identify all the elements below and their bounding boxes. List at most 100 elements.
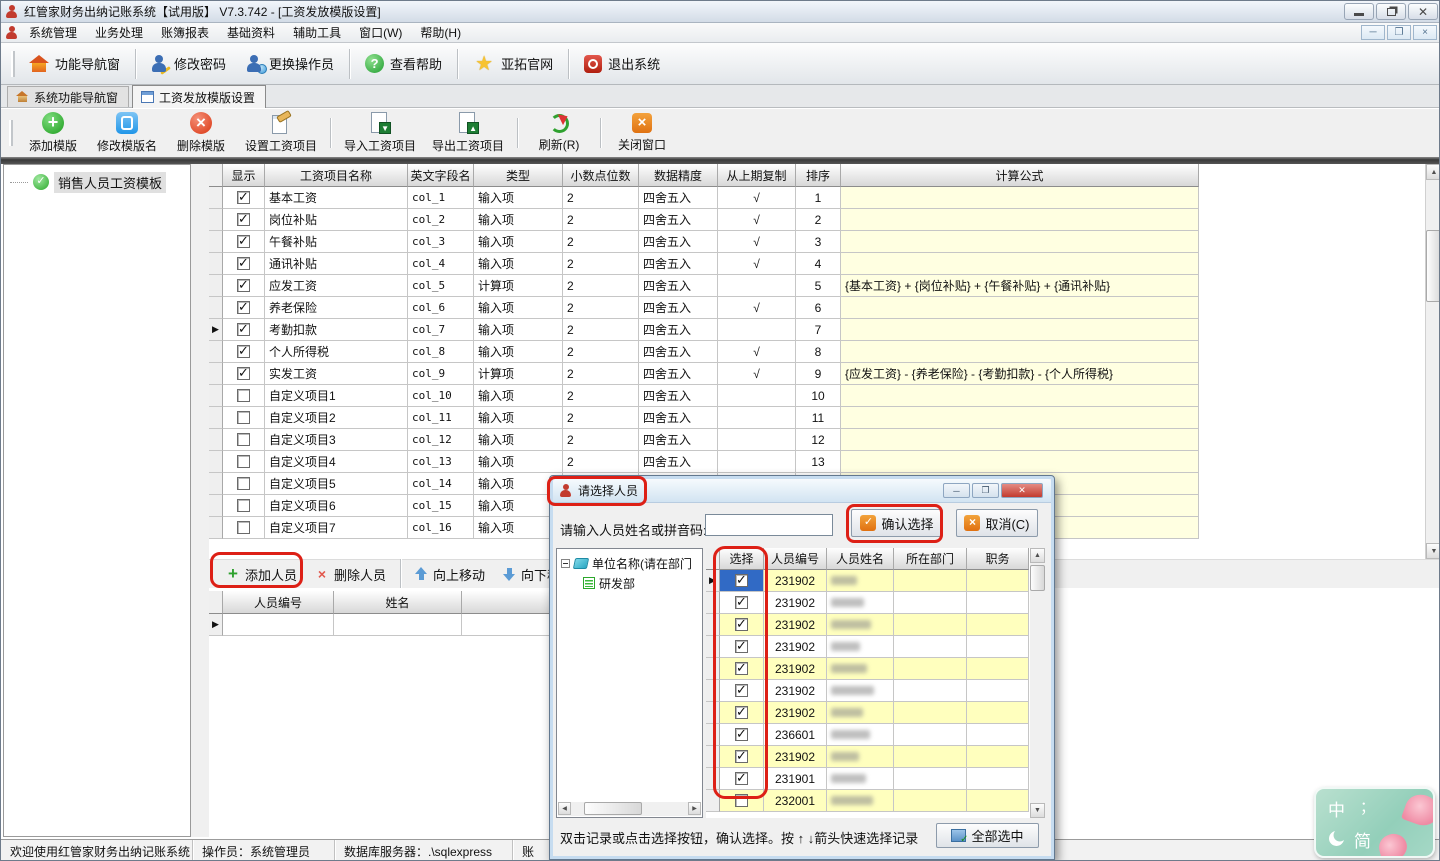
salary-row[interactable]: 通讯补贴col_4输入项2四舍五入√4 — [209, 253, 1425, 275]
cancel-button[interactable]: 取消(C) — [956, 509, 1038, 537]
tab-1[interactable]: 工资发放模版设置 — [132, 85, 266, 108]
toolbar-button-power[interactable]: 退出系统 — [574, 47, 670, 81]
ime-panel[interactable]: 中 ； 简 — [1314, 787, 1435, 858]
show-checkbox[interactable] — [237, 455, 250, 468]
dialog-person-row[interactable]: 231902 — [706, 614, 1030, 636]
tree-hscrollbar[interactable]: ◀ ▶ — [558, 802, 701, 816]
salary-row[interactable]: 午餐补贴col_3输入项2四舍五入√3 — [209, 231, 1425, 253]
ime-mode-chinese[interactable]: 中 — [1328, 796, 1345, 821]
show-checkbox[interactable] — [237, 345, 250, 358]
dialog-close-button[interactable]: ✕ — [1001, 483, 1043, 498]
menu-item-2[interactable]: 账簿报表 — [152, 22, 218, 43]
dialog-grid-vscrollbar[interactable]: ▲ ▼ — [1030, 548, 1045, 818]
dialog-person-row[interactable]: ▶231902 — [706, 570, 1030, 592]
salary-row[interactable]: 应发工资col_5计算项2四舍五入5{基本工资} + {岗位补贴} + {午餐补… — [209, 275, 1425, 297]
show-checkbox[interactable] — [237, 301, 250, 314]
dialog-person-row[interactable]: 231902 — [706, 702, 1030, 724]
moon-icon[interactable] — [1329, 831, 1344, 846]
template-button-doc-hand[interactable]: 设置工资项目 — [237, 110, 325, 156]
menu-item-5[interactable]: 窗口(W) — [350, 22, 411, 43]
show-checkbox[interactable] — [237, 191, 250, 204]
menu-item-6[interactable]: 帮助(H) — [411, 22, 470, 43]
show-checkbox[interactable] — [237, 257, 250, 270]
confirm-select-button[interactable]: 确认选择 — [851, 509, 943, 537]
select-checkbox[interactable] — [735, 728, 748, 741]
select-checkbox[interactable] — [735, 772, 748, 785]
collapse-icon[interactable] — [561, 559, 570, 568]
show-checkbox[interactable] — [237, 521, 250, 534]
select-checkbox[interactable] — [735, 618, 748, 631]
menu-item-0[interactable]: 系统管理 — [20, 22, 86, 43]
minimize-button[interactable] — [1344, 3, 1374, 20]
show-checkbox[interactable] — [237, 477, 250, 490]
restore-button[interactable] — [1376, 3, 1406, 20]
toolbar-button-home[interactable]: 功能导航窗 — [19, 47, 130, 81]
scrollbar-thumb[interactable] — [1030, 565, 1045, 591]
select-checkbox[interactable] — [735, 750, 748, 763]
dialog-person-row[interactable]: 231902 — [706, 636, 1030, 658]
dialog-restore-button[interactable]: ❐ — [972, 483, 999, 498]
tab-0[interactable]: 系统功能导航窗 — [7, 86, 129, 107]
person-button-plus-small[interactable]: 添加人员 — [217, 562, 306, 587]
select-checkbox[interactable] — [735, 706, 748, 719]
ime-simplified[interactable]: 简 — [1354, 827, 1371, 852]
scroll-down-icon[interactable]: ▼ — [1426, 543, 1440, 559]
person-button-up[interactable]: 向上移动 — [406, 562, 494, 587]
select-checkbox[interactable] — [735, 640, 748, 653]
scroll-left-icon[interactable]: ◀ — [558, 802, 571, 815]
show-checkbox[interactable] — [237, 367, 250, 380]
dialog-person-row[interactable]: 231902 — [706, 658, 1030, 680]
menu-item-1[interactable]: 业务处理 — [86, 22, 152, 43]
show-checkbox[interactable] — [237, 433, 250, 446]
menu-item-4[interactable]: 辅助工具 — [284, 22, 350, 43]
scroll-up-icon[interactable]: ▲ — [1426, 164, 1440, 180]
dialog-person-row[interactable]: 232001 — [706, 790, 1030, 812]
salary-row[interactable]: 基本工资col_1输入项2四舍五入√1 — [209, 187, 1425, 209]
template-tree-item[interactable]: 销售人员工资模板 — [4, 171, 190, 193]
template-button-export[interactable]: ▲导出工资项目 — [424, 110, 512, 156]
toolbar-button-help[interactable]: 查看帮助 — [355, 47, 452, 81]
show-checkbox[interactable] — [237, 235, 250, 248]
salary-row[interactable]: 岗位补贴col_2输入项2四舍五入√2 — [209, 209, 1425, 231]
mdi-restore-button[interactable]: ❐ — [1387, 25, 1411, 40]
select-checkbox[interactable] — [735, 684, 748, 697]
scrollbar-thumb[interactable] — [1426, 230, 1440, 302]
template-button-plus-green[interactable]: 添加模版 — [17, 110, 89, 156]
select-all-button[interactable]: 全部选中 — [936, 823, 1039, 848]
select-checkbox[interactable] — [735, 596, 748, 609]
select-checkbox[interactable] — [735, 794, 748, 807]
show-checkbox[interactable] — [237, 499, 250, 512]
template-button-import[interactable]: ▼导入工资项目 — [336, 110, 424, 156]
person-button-x-small[interactable]: 删除人员 — [306, 562, 395, 587]
dialog-person-row[interactable]: 231902 — [706, 680, 1030, 702]
toolbar-button-user-switch[interactable]: 更换操作员 — [236, 47, 344, 81]
tree-node-company[interactable]: 单位名称(请在部门 — [557, 553, 702, 573]
show-checkbox[interactable] — [237, 323, 250, 336]
person-search-input[interactable] — [705, 514, 833, 536]
scrollbar-thumb[interactable] — [584, 802, 642, 815]
show-checkbox[interactable] — [237, 213, 250, 226]
salary-row[interactable]: 实发工资col_9计算项2四舍五入√9{应发工资} - {养老保险} - {考勤… — [209, 363, 1425, 385]
tree-node-department[interactable]: 研发部 — [557, 573, 702, 593]
dialog-person-row[interactable]: 236601 — [706, 724, 1030, 746]
template-button-close-orange[interactable]: 关闭窗口 — [606, 110, 678, 156]
salary-row[interactable]: 自定义项目1col_10输入项2四舍五入10 — [209, 385, 1425, 407]
salary-row[interactable]: 养老保险col_6输入项2四舍五入√6 — [209, 297, 1425, 319]
ime-punctuation[interactable]: ； — [1360, 796, 1375, 817]
panel-splitter[interactable] — [191, 164, 209, 837]
dialog-person-row[interactable]: 231902 — [706, 592, 1030, 614]
salary-row[interactable]: 个人所得税col_8输入项2四舍五入√8 — [209, 341, 1425, 363]
salary-row[interactable]: 自定义项目2col_11输入项2四舍五入11 — [209, 407, 1425, 429]
scroll-down-icon[interactable]: ▼ — [1030, 803, 1045, 818]
show-checkbox[interactable] — [237, 411, 250, 424]
scroll-right-icon[interactable]: ▶ — [688, 802, 701, 815]
menu-item-3[interactable]: 基础资料 — [218, 22, 284, 43]
toolbar-button-star[interactable]: 亚拓官网 — [463, 47, 563, 81]
template-button-edit-blue[interactable]: 修改模版名 — [89, 110, 165, 156]
dialog-person-row[interactable]: 231902 — [706, 746, 1030, 768]
dialog-minimize-button[interactable]: ─ — [943, 483, 970, 498]
show-checkbox[interactable] — [237, 279, 250, 292]
template-button-refresh[interactable]: 刷新(R) — [523, 110, 595, 156]
mdi-minimize-button[interactable]: ─ — [1361, 25, 1385, 40]
select-checkbox[interactable] — [735, 662, 748, 675]
